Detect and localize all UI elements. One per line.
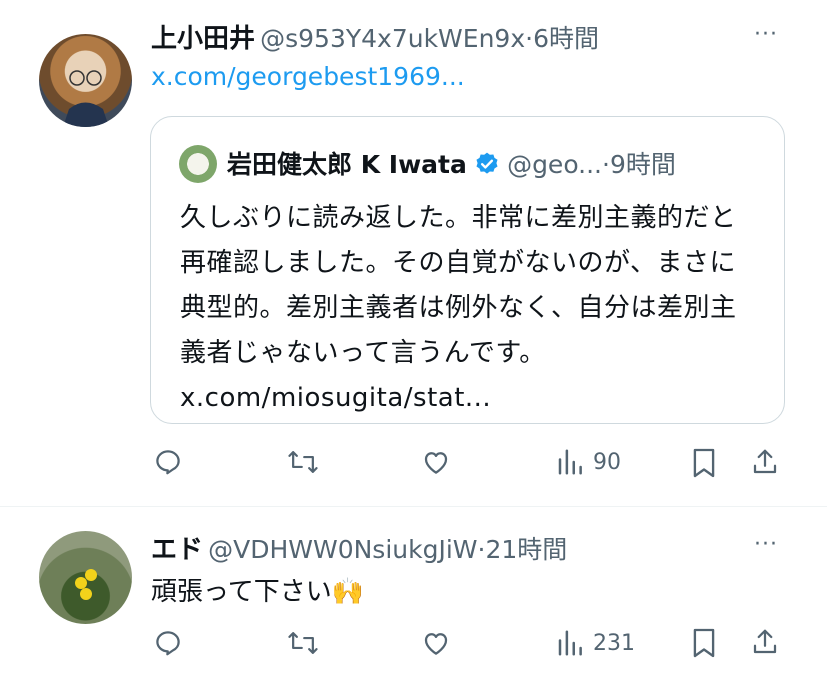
user-handle[interactable]: @s953Y4x7ukWEn9x xyxy=(260,24,525,53)
retweet-button[interactable] xyxy=(287,628,319,658)
reply-icon xyxy=(156,631,180,656)
retweet-button[interactable] xyxy=(287,447,319,477)
views-button[interactable]: 90 xyxy=(555,447,621,477)
more-options-icon[interactable]: ··· xyxy=(754,22,778,47)
views-icon xyxy=(558,630,582,656)
more-options-icon[interactable]: ··· xyxy=(754,532,778,557)
quote-user-handle[interactable]: @geo... xyxy=(507,150,602,179)
bookmark-icon xyxy=(693,628,715,658)
tweet-text: 頑張って下さい🙌 xyxy=(151,577,365,607)
bookmark-button[interactable] xyxy=(691,627,717,659)
views-count: 90 xyxy=(593,449,621,475)
share-button[interactable] xyxy=(750,626,780,658)
meta-separator: · xyxy=(525,24,534,53)
bookmark-icon xyxy=(693,448,715,478)
tweet-link[interactable]: x.com/georgebest1969... xyxy=(151,62,465,91)
like-button[interactable] xyxy=(420,628,452,658)
meta-separator: · xyxy=(602,150,610,179)
quote-avatar[interactable] xyxy=(179,145,217,183)
like-button[interactable] xyxy=(420,447,452,477)
share-button[interactable] xyxy=(750,446,780,478)
heart-icon xyxy=(424,452,448,474)
retweet-icon xyxy=(288,632,318,654)
avatar[interactable] xyxy=(39,34,132,127)
bookmark-button[interactable] xyxy=(691,447,717,479)
heart-icon xyxy=(424,633,448,655)
retweet-icon xyxy=(288,451,318,473)
reply-button[interactable] xyxy=(153,447,183,477)
display-name[interactable]: 上小田井 xyxy=(151,24,255,54)
verified-badge-icon xyxy=(474,151,500,181)
views-icon xyxy=(558,449,582,475)
avatar[interactable] xyxy=(39,531,132,624)
share-icon xyxy=(753,449,777,474)
timestamp[interactable]: 6時間 xyxy=(533,24,599,53)
quote-tweet-text: 久しぶりに読み返した。非常に差別主義的だと再確認しました。その自覚がないのが、ま… xyxy=(180,203,737,413)
share-icon xyxy=(753,629,777,654)
reply-icon xyxy=(156,450,180,475)
reply-button[interactable] xyxy=(153,628,183,658)
user-handle[interactable]: @VDHWW0NsiukgJiW xyxy=(208,535,477,564)
quote-timestamp[interactable]: 9時間 xyxy=(610,150,676,179)
views-button[interactable]: 231 xyxy=(555,628,635,658)
views-count: 231 xyxy=(593,630,635,656)
tweet-divider xyxy=(0,506,827,507)
display-name[interactable]: エド xyxy=(151,535,203,565)
quote-display-name[interactable]: 岩田健太郎 K Iwata xyxy=(227,150,467,179)
timestamp[interactable]: 21時間 xyxy=(485,535,567,564)
